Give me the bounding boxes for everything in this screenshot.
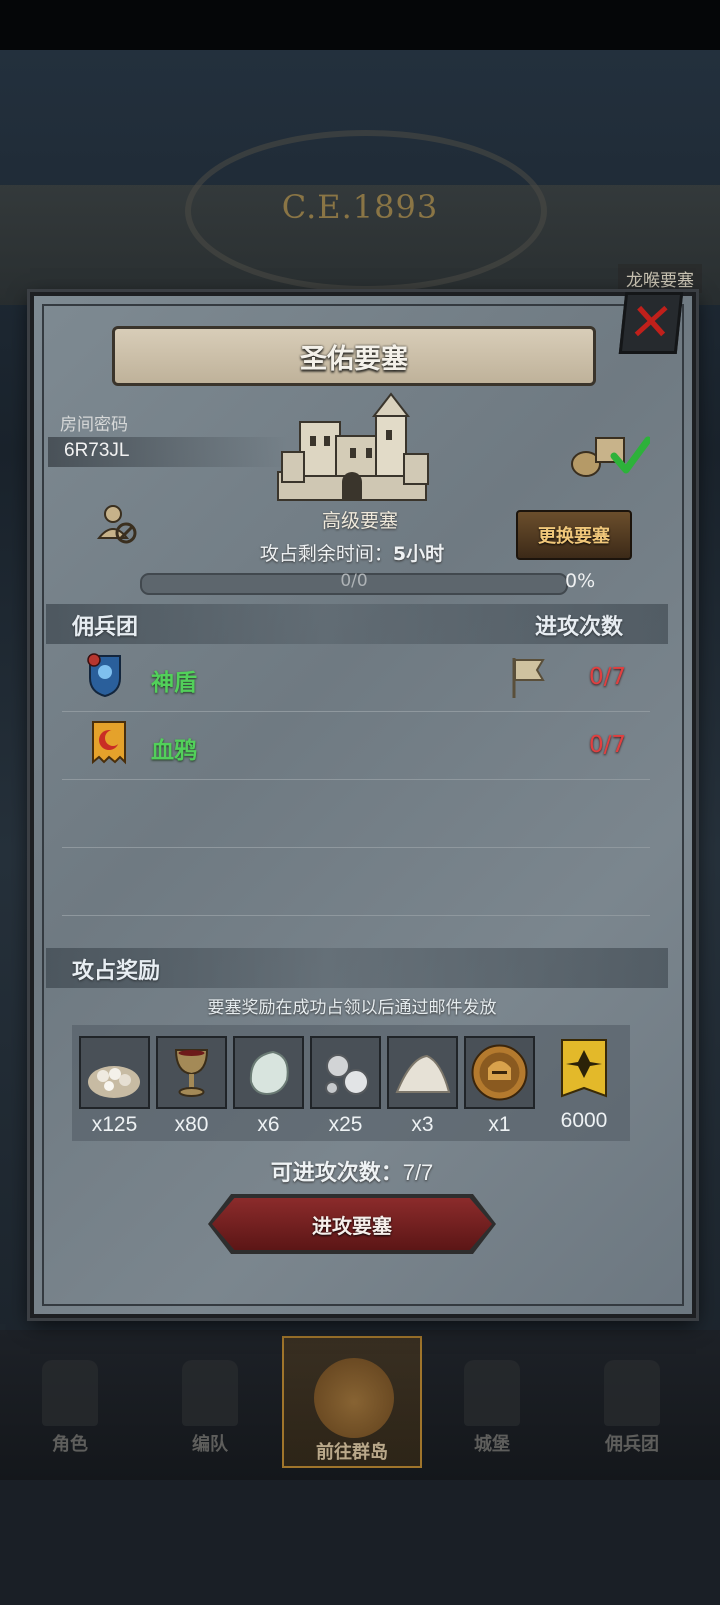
reward-qty: x1 [488, 1113, 511, 1136]
reward-qty: x25 [328, 1113, 363, 1136]
room-code[interactable]: 6R73JL [64, 440, 130, 462]
remaining-time-value: 5小时 [392, 543, 445, 565]
guild-name[interactable]: 血鸦 [151, 731, 197, 765]
helmet-icon [182, 1360, 238, 1426]
attack-fortress-button[interactable]: 进攻要塞 [212, 1198, 492, 1250]
crescent-banner-icon [92, 721, 126, 765]
reward-qty: x6 [257, 1113, 280, 1136]
nav-item-character[interactable]: 角色 [0, 1330, 140, 1465]
reward-item[interactable]: x25 [310, 1036, 381, 1137]
ship-icon [604, 1360, 660, 1426]
castle-icon [277, 392, 429, 501]
silver-orbs-icon [310, 1036, 381, 1109]
progress-text: 0/0 [340, 571, 368, 591]
knight-icon [42, 1360, 98, 1426]
shield-icon [87, 653, 121, 698]
attack-count-header: 进攻次数 [535, 615, 624, 640]
row-divider [62, 711, 650, 712]
bottom-nav: 角色 编队 前往群岛 城堡 佣兵团 [0, 1330, 720, 1480]
attacks-left: 可进攻次数：7/7 [0, 1155, 704, 1187]
close-icon: ✕ [626, 293, 676, 353]
progress-percent: 0% [565, 570, 596, 592]
flag-icon [512, 658, 545, 698]
status-bar [0, 0, 720, 50]
guild-attack-count: 0/7 [589, 664, 627, 690]
globe-icon [314, 1358, 394, 1438]
helmet-medal-icon [464, 1036, 535, 1109]
guild-name[interactable]: 神盾 [151, 663, 197, 697]
nav-item-islands[interactable]: 前往群岛 [282, 1336, 422, 1468]
goblet-icon [156, 1036, 227, 1109]
reward-qty: x80 [174, 1113, 209, 1136]
nav-label: 城堡 [474, 1434, 510, 1455]
reward-item[interactable]: x3 [387, 1036, 458, 1137]
remaining-time-label: 攻占剩余时间： [259, 543, 393, 565]
reward-note: 要塞奖励在成功占领以后通过邮件发放 [207, 998, 497, 1018]
castle-icon [464, 1360, 520, 1426]
dialog-title: 圣佑要塞 [112, 326, 596, 386]
moonstone-icon [233, 1036, 304, 1109]
reward-section-title: 攻占奖励 [72, 959, 161, 984]
reward-item[interactable]: x80 [156, 1036, 227, 1137]
honor-banner-icon [548, 1036, 620, 1105]
nav-item-guild[interactable]: 佣兵团 [562, 1330, 702, 1465]
guild-section-title: 佣兵团 [72, 615, 139, 640]
reward-item[interactable]: x6 [233, 1036, 304, 1137]
nav-label: 角色 [52, 1434, 88, 1455]
attacks-left-label: 可进攻次数： [270, 1161, 403, 1186]
reward-qty: 6000 [560, 1109, 608, 1132]
row-divider [62, 915, 650, 916]
reward-item[interactable]: x125 [79, 1036, 150, 1137]
row-divider [62, 847, 650, 848]
reward-item[interactable]: x1 [464, 1036, 535, 1137]
room-code-label: 房间密码 [60, 415, 128, 435]
guild-attack-count: 0/7 [589, 732, 627, 758]
nav-item-formation[interactable]: 编队 [140, 1330, 280, 1465]
row-divider [62, 779, 650, 780]
reward-item[interactable]: 6000 [548, 1036, 620, 1133]
close-button[interactable]: ✕ [618, 292, 684, 354]
reward-qty: x3 [411, 1113, 434, 1136]
attacks-left-value: 7/7 [402, 1160, 434, 1185]
nav-label: 编队 [192, 1434, 228, 1455]
salt-pile-icon [387, 1036, 458, 1109]
remaining-time: 攻占剩余时间：5小时 [0, 539, 704, 566]
reward-qty: x125 [91, 1113, 138, 1136]
nav-label: 前往群岛 [316, 1442, 388, 1463]
loot-check-icon[interactable] [570, 430, 650, 478]
year-label: C.E.1893 [281, 188, 439, 226]
nav-label: 佣兵团 [605, 1434, 659, 1455]
background-place-label[interactable]: 龙喉要塞 [618, 264, 702, 293]
gem-pile-icon [79, 1036, 150, 1109]
nav-item-castle[interactable]: 城堡 [422, 1330, 562, 1465]
